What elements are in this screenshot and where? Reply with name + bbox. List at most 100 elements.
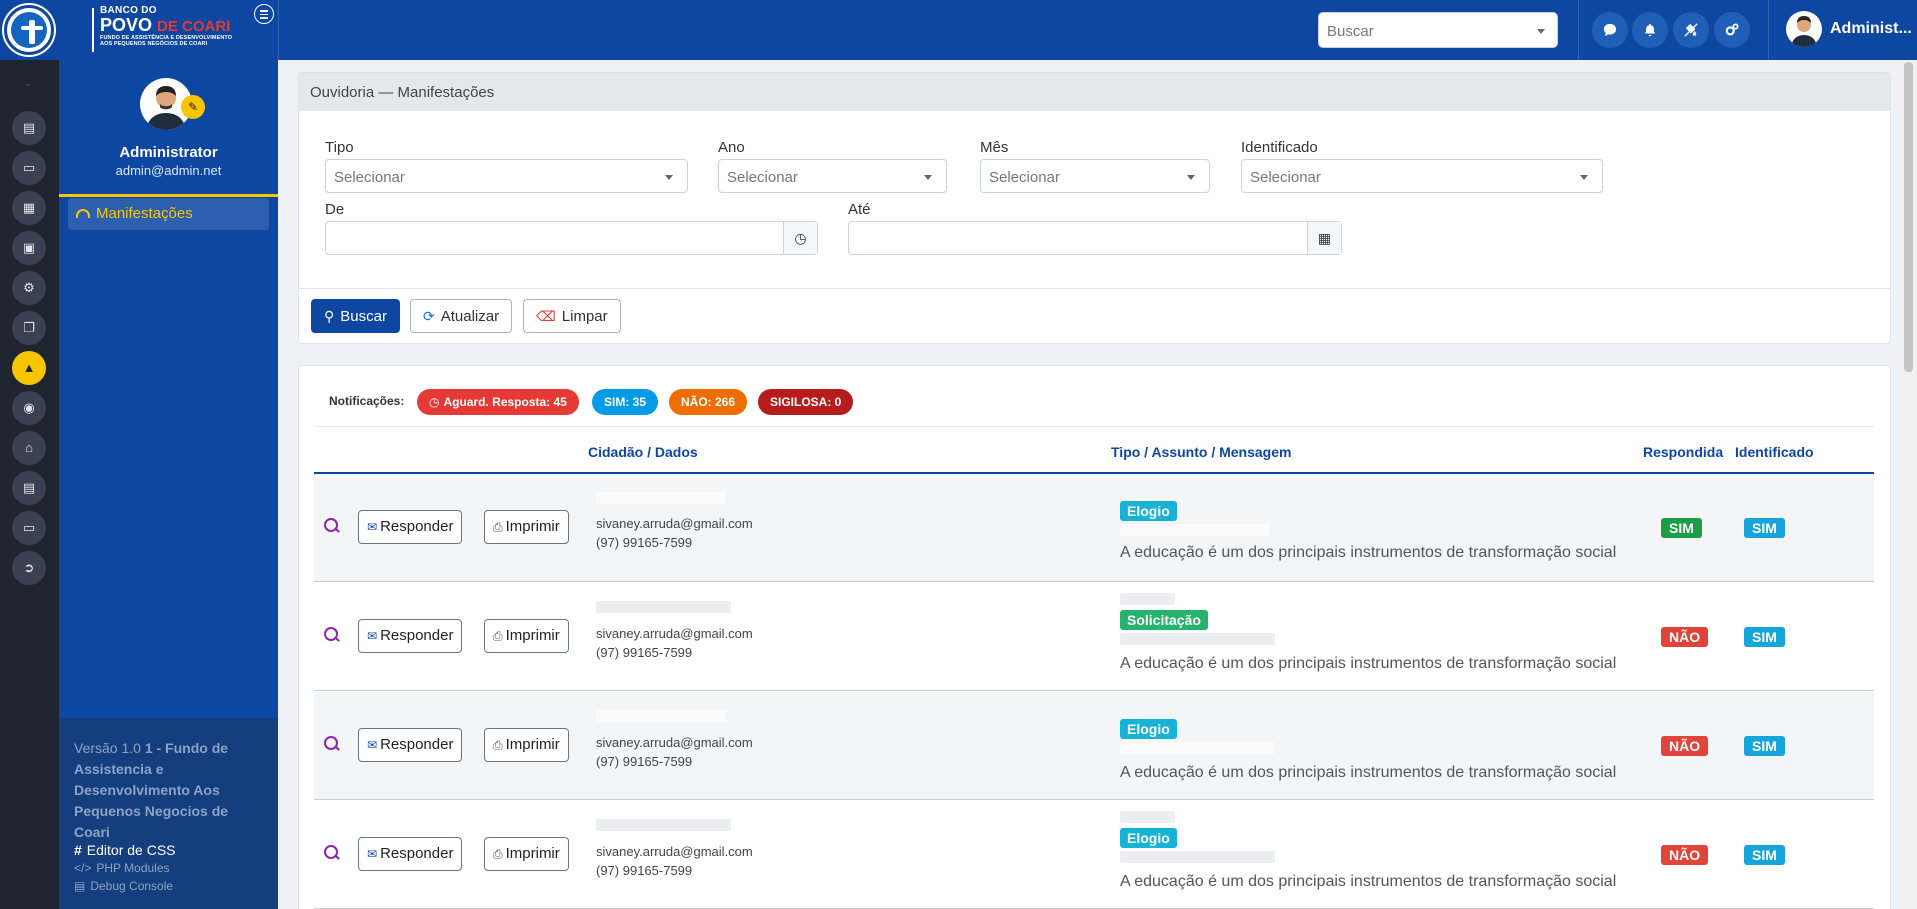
- calendar-icon[interactable]: ▦: [1307, 222, 1341, 254]
- clock-icon[interactable]: ◷: [783, 222, 817, 254]
- column-header-respondida: Respondida: [1643, 444, 1724, 460]
- print-button[interactable]: ⎙ Imprimir: [484, 510, 569, 544]
- city-logo[interactable]: [4, 5, 54, 55]
- identificado-label: Identificado: [1241, 139, 1318, 156]
- respond-button[interactable]: ✉ Responder: [358, 619, 463, 653]
- filter-card: Ouvidoria — Manifestações Tipo Seleciona…: [298, 72, 1891, 344]
- debug-console-label: Debug Console: [90, 879, 174, 893]
- redacted-subject: [1120, 851, 1275, 863]
- message-preview: A educação é um dos principais instrumen…: [1120, 655, 1617, 672]
- php-modules-link[interactable]: </> PHP Modules: [74, 861, 170, 875]
- respond-button[interactable]: ✉ Responder: [358, 510, 463, 544]
- table-row: ✉ Responder ⎙ Imprimir sivaney.arruda@gmai…: [314, 474, 1874, 582]
- gears-icon[interactable]: [1714, 12, 1750, 48]
- css-editor-link[interactable]: # Editor de CSS: [74, 842, 176, 858]
- version-prefix: Versão 1.0: [74, 740, 141, 756]
- respond-label: Responder: [380, 627, 454, 644]
- user-avatar[interactable]: [1786, 11, 1822, 47]
- sign-out-icon[interactable]: ➲: [12, 551, 46, 585]
- message-preview: A educação é um dos principais instrumen…: [1120, 764, 1617, 781]
- caret-down-icon: [1580, 175, 1588, 180]
- version-info: Versão 1.0 1 - Fundo de Assistencia e De…: [74, 738, 264, 843]
- respondida-badge: NÃO: [1661, 845, 1709, 865]
- message-preview: A educação é um dos principais instrumen…: [1120, 544, 1617, 561]
- page-scrollbar[interactable]: [1900, 60, 1917, 909]
- megaphone-icon[interactable]: ▲: [12, 351, 46, 385]
- file-icon[interactable]: ▤: [12, 471, 46, 505]
- select-placeholder: Selecionar: [989, 169, 1060, 186]
- palette-icon[interactable]: [1673, 12, 1709, 48]
- caret-down-icon: [665, 175, 673, 180]
- gears-icon[interactable]: ⚙: [12, 271, 46, 305]
- globe-icon[interactable]: ◉: [12, 391, 46, 425]
- money-icon[interactable]: ▣: [12, 231, 46, 265]
- ano-select[interactable]: Selecionar: [718, 159, 947, 193]
- chevron-down-icon[interactable]: ⌄: [24, 78, 32, 89]
- refresh-button[interactable]: ⟳ Atualizar: [410, 299, 513, 333]
- home-icon[interactable]: ⌂: [12, 431, 46, 465]
- clipboard-icon[interactable]: ▭: [12, 151, 46, 185]
- citizen-phone: (97) 99165-7599: [596, 535, 693, 550]
- citizen-phone: (97) 99165-7599: [596, 645, 693, 660]
- user-name[interactable]: Administ...: [1830, 20, 1912, 38]
- sidebar: ✎ Administrator admin@admin.net Manifest…: [59, 60, 278, 909]
- copy-icon[interactable]: ❐: [12, 311, 46, 345]
- pill-nao[interactable]: NÃO: 266: [669, 389, 748, 415]
- pill-sim[interactable]: SIM: 35: [592, 389, 659, 415]
- divider: [1768, 0, 1769, 60]
- printer-icon: ⎙: [493, 629, 503, 643]
- brand-line2: POVO DE COARI: [100, 16, 250, 34]
- identificado-badge: SIM: [1744, 627, 1785, 647]
- zoom-in-icon[interactable]: [324, 627, 340, 643]
- pill-aguard-resposta[interactable]: ◷ Aguard. Resposta: 45: [417, 389, 579, 415]
- column-header-identificado: Identificado: [1735, 444, 1814, 460]
- redacted-subject: [1120, 524, 1270, 536]
- zoom-in-icon[interactable]: [324, 845, 340, 861]
- citizen-email: sivaney.arruda@gmail.com: [596, 844, 753, 859]
- caret-down-icon: [1187, 175, 1195, 180]
- pill-sigilosa[interactable]: SIGILOSA: 0: [758, 389, 854, 415]
- brand-line3b: AOS PEQUENOS NEGÓCIOS DE COARI: [100, 40, 208, 47]
- debug-console-link[interactable]: ▤ Debug Console: [74, 879, 173, 893]
- search-button[interactable]: ⚲ Buscar: [311, 299, 400, 333]
- zoom-in-icon[interactable]: [324, 736, 340, 752]
- citizen-email: sivaney.arruda@gmail.com: [596, 735, 753, 750]
- print-button[interactable]: ⎙ Imprimir: [484, 619, 569, 653]
- chat-icon[interactable]: [1592, 12, 1628, 48]
- brand-logo[interactable]: BANCO DO POVO DE COARI FUNDO DE ASSISTÊN…: [100, 6, 250, 47]
- eraser-icon: ⌫: [536, 308, 556, 324]
- respond-button[interactable]: ✉ Responder: [358, 728, 463, 762]
- mes-select[interactable]: Selecionar: [980, 159, 1210, 193]
- global-search-select[interactable]: Buscar: [1318, 12, 1558, 48]
- sidebar-item-manifestacoes[interactable]: Manifestações: [68, 198, 269, 230]
- citizen-phone: (97) 99165-7599: [596, 863, 693, 878]
- identificado-select[interactable]: Selecionar: [1241, 159, 1603, 193]
- ate-date-input[interactable]: ▦: [848, 221, 1342, 255]
- respond-button[interactable]: ✉ Responder: [358, 837, 463, 871]
- id-card-icon[interactable]: ▤: [12, 111, 46, 145]
- menu-toggle-icon[interactable]: [254, 4, 274, 24]
- print-button[interactable]: ⎙ Imprimir: [484, 837, 569, 871]
- envelope-icon: ✉: [367, 629, 378, 643]
- tipo-select[interactable]: Selecionar: [325, 159, 688, 193]
- edit-profile-icon[interactable]: ✎: [181, 95, 205, 119]
- print-button[interactable]: ⎙ Imprimir: [484, 728, 569, 762]
- printer-icon: ⎙: [493, 520, 503, 534]
- refresh-button-label: Atualizar: [440, 308, 500, 325]
- bell-icon[interactable]: [1632, 12, 1668, 48]
- ano-label: Ano: [718, 139, 745, 156]
- clear-button[interactable]: ⌫ Limpar: [523, 299, 621, 333]
- de-date-input[interactable]: ◷: [325, 221, 818, 255]
- envelope-icon: ✉: [367, 847, 378, 861]
- hash-icon: #: [74, 842, 82, 858]
- select-placeholder: Selecionar: [334, 169, 405, 186]
- redacted-name: [596, 492, 726, 504]
- card-header: Ouvidoria — Manifestações: [299, 73, 1890, 111]
- calendar-icon[interactable]: ▦: [12, 191, 46, 225]
- zoom-in-icon[interactable]: [324, 518, 340, 534]
- brand-line2-a: POVO: [100, 15, 153, 35]
- scrollbar-thumb[interactable]: [1904, 62, 1913, 372]
- monitor-icon[interactable]: ▭: [12, 511, 46, 545]
- redacted-name: [596, 601, 731, 613]
- citizen-phone: (97) 99165-7599: [596, 754, 693, 769]
